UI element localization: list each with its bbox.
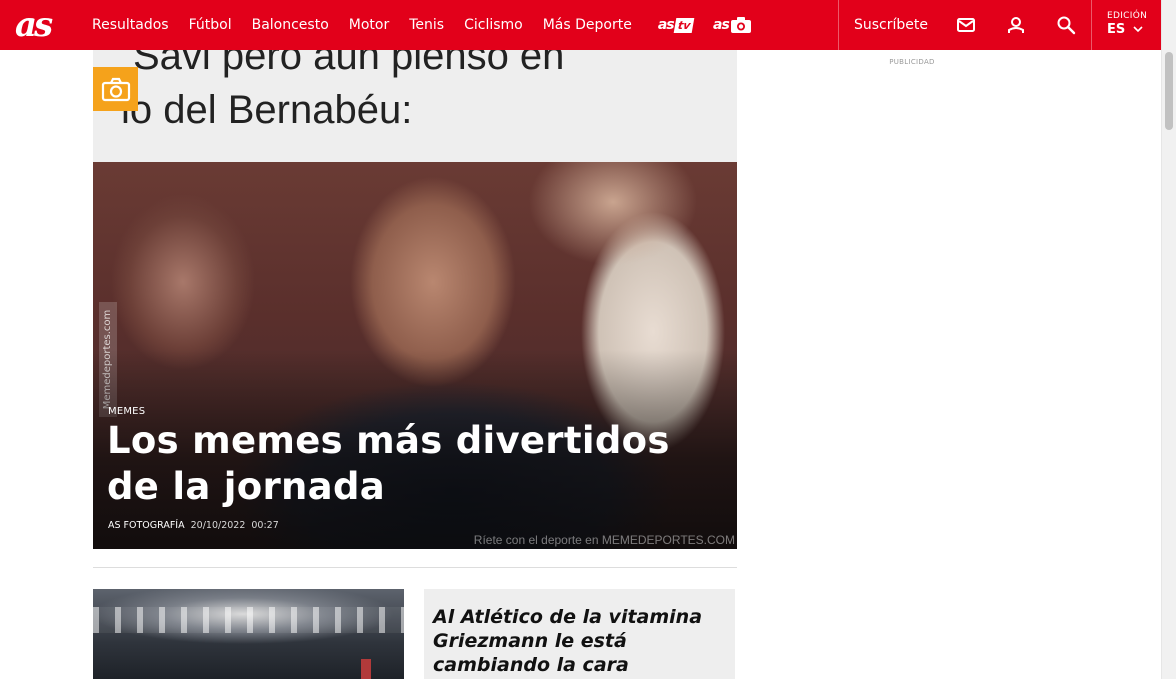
nav-item-mas-deporte[interactable]: Más Deporte <box>543 17 632 33</box>
scrollbar-thumb[interactable] <box>1165 52 1173 130</box>
meme-caption-line-2: lo del Bernabéu: <box>121 88 413 132</box>
as-photo-logo[interactable]: as <box>713 16 752 34</box>
edition-selector[interactable]: EDICIÓN ES <box>1107 11 1147 37</box>
camera-icon <box>730 17 751 33</box>
header-divider <box>1091 0 1092 50</box>
stadium-lights <box>93 607 404 633</box>
mail-icon[interactable] <box>954 13 978 37</box>
article-meta: AS FOTOGRAFÍA 20/10/2022 00:27 <box>108 520 279 531</box>
nav-item-resultados[interactable]: Resultados <box>92 17 169 33</box>
as-photo-text: as <box>713 17 730 33</box>
user-icon[interactable] <box>1004 13 1028 37</box>
top-navigation-bar: as Resultados Fútbol Baloncesto Motor Te… <box>0 0 1161 50</box>
edition-value: ES <box>1107 22 1126 37</box>
meme-caption-line-1: Savi pero aún pienso en <box>133 50 565 78</box>
hero-article[interactable]: Savi pero aún pienso en lo del Bernabéu:… <box>93 50 737 549</box>
nav-item-tenis[interactable]: Tenis <box>409 17 444 33</box>
ad-label: PUBLICIDAD <box>889 58 935 66</box>
tv-badge: tv <box>673 17 695 33</box>
vertical-scrollbar[interactable] <box>1161 0 1176 679</box>
gallery-badge <box>93 67 138 111</box>
nav-item-futbol[interactable]: Fútbol <box>189 17 232 33</box>
meme-caption-area: Savi pero aún pienso en lo del Bernabéu: <box>93 50 737 162</box>
article-kicker[interactable]: MEMES <box>108 406 145 417</box>
nav-item-motor[interactable]: Motor <box>349 17 389 33</box>
nav-item-baloncesto[interactable]: Baloncesto <box>252 17 329 33</box>
article-card-headline[interactable]: Al Atlético de la vitamina Griezmann le … <box>433 605 726 677</box>
article-time: 00:27 <box>251 520 279 531</box>
header-divider <box>838 0 839 50</box>
logo-text: as <box>15 5 53 45</box>
as-tv-logo[interactable]: as tv <box>657 17 695 33</box>
main-nav: Resultados Fútbol Baloncesto Motor Tenis… <box>92 0 752 50</box>
player-figure <box>361 659 371 679</box>
search-icon[interactable] <box>1054 13 1078 37</box>
as-tv-text: as <box>657 17 675 33</box>
article-thumbnail[interactable] <box>93 589 404 679</box>
article-card[interactable]: Al Atlético de la vitamina Griezmann le … <box>424 589 735 679</box>
nav-item-ciclismo[interactable]: Ciclismo <box>464 17 523 33</box>
chevron-down-icon <box>1133 26 1143 33</box>
article-headline[interactable]: Los memes más divertidos de la jornada <box>107 418 727 510</box>
section-divider <box>93 567 737 568</box>
article-date: 20/10/2022 <box>190 520 246 531</box>
article-author[interactable]: AS FOTOGRAFÍA <box>108 520 185 531</box>
footer-watermark: Ríete con el deporte en MEMEDEPORTES.COM <box>473 533 735 547</box>
as-logo[interactable]: as <box>15 8 63 42</box>
camera-icon <box>101 77 130 101</box>
subscribe-button[interactable]: Suscríbete <box>854 0 928 50</box>
edition-label: EDICIÓN <box>1107 11 1148 21</box>
